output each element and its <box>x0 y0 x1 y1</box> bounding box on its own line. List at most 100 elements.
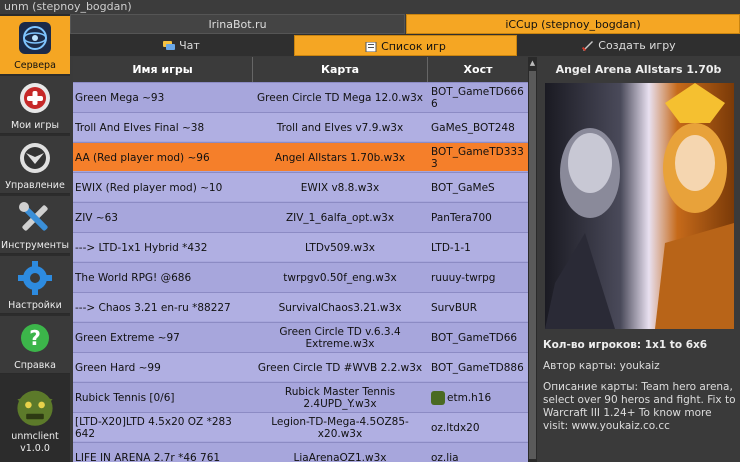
table-scrollbar[interactable]: ▲ <box>528 57 537 462</box>
table-row[interactable]: ---> LTD-1x1 Hybrid *432 LTDv509.w3x LTD… <box>73 232 528 261</box>
game-map: Green Circle TD v.6.3.4 Extreme.w3x <box>279 325 401 350</box>
game-name: Rubick Tennis [0/6] <box>75 391 175 404</box>
orc-avatar-icon <box>17 390 53 426</box>
game-map: EWIX v8.8.w3x <box>300 181 380 194</box>
game-name: Green Hard ~99 <box>75 361 161 374</box>
games-table: Имя игры Карта Хост Green Mega ~93 Green… <box>73 57 528 462</box>
game-map: twrpgv0.50f_eng.w3x <box>283 271 397 284</box>
sidebar-item-control[interactable]: Управление <box>0 136 70 194</box>
game-name: Troll And Elves Final ~38 <box>75 121 205 134</box>
map-preview-image <box>545 83 734 329</box>
map-title: Angel Arena Allstars 1.70b <box>555 63 722 76</box>
game-name: ---> LTD-1x1 Hybrid *432 <box>75 241 208 254</box>
game-map: Green Circle TD Mega 12.0.w3x <box>257 91 423 104</box>
tab-chat-label: Чат <box>179 39 200 52</box>
game-map: Legion-TD-Mega-4.5OZ85-x20.w3x <box>271 415 409 440</box>
map-details-panel: Angel Arena Allstars 1.70b Кол-во игроко… <box>537 57 740 462</box>
client-info: unmclient v1.0.0 <box>0 382 70 462</box>
map-players: Кол-во игроков: 1x1 to 6x6 <box>543 339 708 351</box>
table-row[interactable]: Rubick Tennis [0/6] Rubick Master Tennis… <box>73 382 528 411</box>
sidebar-item-label: Инструменты <box>1 240 69 251</box>
game-map: SurvivalChaos3.21.w3x <box>278 301 402 314</box>
game-name: [LTD-X20]LTD 4.5x20 OZ *283 642 <box>75 415 232 440</box>
client-name: unmclient <box>11 431 59 442</box>
sidebar-item-my-games[interactable]: Мои игры <box>0 76 70 134</box>
sidebar-item-label: Настройки <box>8 300 62 311</box>
tab-create-game-label: Создать игру <box>598 39 676 52</box>
svg-text:?: ? <box>29 326 41 350</box>
scrollbar-thumb[interactable] <box>529 71 536 459</box>
servers-icon <box>19 22 51 54</box>
column-header-host[interactable]: Хост <box>428 57 528 82</box>
game-host: BOT_GameTD3333 <box>431 145 524 170</box>
game-name: LIFE IN ARENA 2.7r *46 761 <box>75 451 221 462</box>
game-host: BOT_GameTD6666 <box>431 85 524 110</box>
window-title: unm (stepnoy_bogdan) <box>0 0 740 14</box>
sidebar-item-servers[interactable]: Сервера <box>0 16 70 74</box>
table-row[interactable]: Green Extreme ~97 Green Circle TD v.6.3.… <box>73 322 528 351</box>
gamepad-icon <box>20 83 50 113</box>
tab-iccup[interactable]: iCCup (stepnoy_bogdan) <box>406 14 740 34</box>
game-map: Angel Allstars 1.70b.w3x <box>274 151 406 164</box>
server-tabs: IrinaBot.ru iCCup (stepnoy_bogdan) <box>70 14 740 34</box>
sidebar-item-label: Управление <box>5 180 65 191</box>
tab-chat[interactable]: Чат <box>70 35 293 56</box>
game-name: EWIX (Red player mod) ~10 <box>75 181 223 194</box>
table-row[interactable]: EWIX (Red player mod) ~10 EWIX v8.8.w3x … <box>73 172 528 201</box>
scroll-up-icon[interactable]: ▲ <box>528 59 537 68</box>
column-header-map[interactable]: Карта <box>253 57 428 82</box>
game-map: LTDv509.w3x <box>305 241 375 254</box>
map-preview-art <box>545 83 734 329</box>
tab-create-game[interactable]: Создать игру <box>518 35 740 56</box>
game-host: BOT_GaMeS <box>431 181 495 194</box>
table-row-selected[interactable]: AA (Red player mod) ~96 Angel Allstars 1… <box>73 142 528 171</box>
game-host: SurvBUR <box>431 301 478 314</box>
game-host: LTD-1-1 <box>431 241 471 254</box>
sidebar-item-settings[interactable]: Настройки <box>0 256 70 314</box>
sidebar-item-tools[interactable]: Инструменты <box>0 196 70 254</box>
table-row[interactable]: Green Mega ~93 Green Circle TD Mega 12.0… <box>73 82 528 111</box>
table-row[interactable]: LIFE IN ARENA 2.7r *46 761 LiaArenaOZ1.w… <box>73 442 528 462</box>
game-name: ZIV ~63 <box>75 211 118 224</box>
table-row[interactable]: Green Hard ~99 Green Circle TD #WVB 2.2.… <box>73 352 528 381</box>
game-host: oz.lia <box>431 451 459 462</box>
game-name: Green Extreme ~97 <box>75 331 180 344</box>
map-description: Описание карты: Team hero arena, select … <box>543 381 736 432</box>
game-map: Rubick Master Tennis 2.4UPD_Y.w3x <box>284 385 396 410</box>
game-host: GaMeS_BOT248 <box>431 121 515 134</box>
game-host: BOT_GameTD66 <box>431 331 518 344</box>
tools-icon <box>19 202 48 231</box>
tab-irinabot[interactable]: IrinaBot.ru <box>70 14 405 34</box>
game-host: oz.ltdx20 <box>431 421 480 434</box>
game-name: ---> Chaos 3.21 en-ru *88227 <box>75 301 231 314</box>
sidebar-item-label: Мои игры <box>11 120 59 131</box>
tab-game-list[interactable]: Список игр <box>294 35 517 56</box>
sidebar-item-help[interactable]: ? Справка <box>0 316 70 374</box>
list-icon <box>365 42 377 52</box>
host-avatar-icon <box>431 390 445 405</box>
settings-icon <box>18 261 52 295</box>
table-row[interactable]: [LTD-X20]LTD 4.5x20 OZ *283 642 Legion-T… <box>73 412 528 441</box>
sidebar-item-label: Сервера <box>14 60 56 71</box>
table-header: Имя игры Карта Хост <box>73 57 528 82</box>
table-row[interactable]: ---> Chaos 3.21 en-ru *88227 SurvivalCha… <box>73 292 528 321</box>
tab-game-list-label: Список игр <box>381 40 446 53</box>
map-author: Автор карты: youkaiz <box>543 360 660 372</box>
table-row[interactable]: The World RPG! @686 twrpgv0.50f_eng.w3x … <box>73 262 528 291</box>
game-host: BOT_GameTD886 <box>431 361 524 374</box>
game-map: ZIV_1_6alfa_opt.w3x <box>285 211 395 224</box>
game-map: Troll and Elves v7.9.w3x <box>276 121 404 134</box>
sword-icon <box>582 41 594 51</box>
game-host: etm.h16 <box>447 391 492 404</box>
column-header-name[interactable]: Имя игры <box>73 57 253 82</box>
game-name: Green Mega ~93 <box>75 91 165 104</box>
client-version: v1.0.0 <box>20 443 50 454</box>
chat-icon <box>163 41 176 50</box>
sub-tabs: Чат Список игр Создать игру <box>70 34 740 56</box>
table-row[interactable]: Troll And Elves Final ~38 Troll and Elve… <box>73 112 528 141</box>
control-icon <box>20 143 50 173</box>
sidebar: Сервера Мои игры Управление Инструменты <box>0 14 70 462</box>
help-icon: ? <box>21 324 49 352</box>
table-row[interactable]: ZIV ~63 ZIV_1_6alfa_opt.w3x PanTera700 <box>73 202 528 231</box>
game-name: The World RPG! @686 <box>75 271 192 284</box>
